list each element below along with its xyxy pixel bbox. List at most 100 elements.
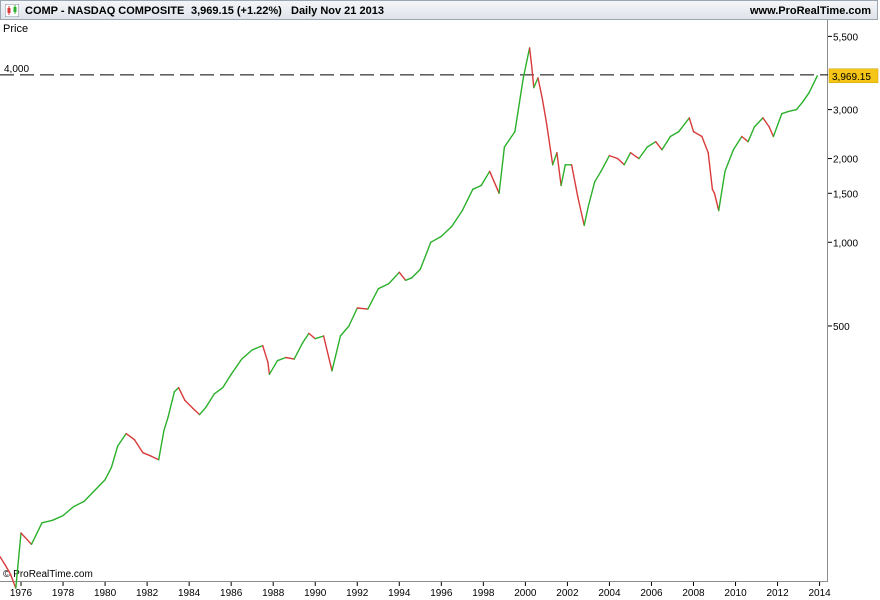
price-segment-up	[503, 130, 516, 148]
price-segment-up	[522, 47, 531, 79]
price-segment-up	[157, 430, 165, 461]
x-tick-label: 2012	[766, 588, 789, 599]
price-segment-up	[594, 170, 602, 183]
price-segment-up	[552, 151, 558, 166]
price-segment-up	[15, 532, 22, 589]
price-segment-up	[440, 225, 453, 238]
x-tick-label: 2002	[556, 588, 579, 599]
price-segment-up	[587, 181, 596, 207]
price-segment-up	[781, 110, 789, 115]
x-tick-label: 1980	[94, 588, 117, 599]
reference-line-label: 4,000	[4, 64, 29, 75]
y-tick-label: 2,000	[833, 155, 858, 166]
price-segment-up	[787, 108, 798, 113]
price-segment-up	[240, 349, 253, 360]
price-segment-up	[451, 209, 463, 228]
price-segment-down	[398, 271, 407, 281]
price-segment-up	[51, 514, 64, 521]
price-segment-up	[808, 75, 818, 94]
price-segment-down	[9, 573, 17, 589]
price-segment-down	[262, 344, 269, 363]
price-segment-up	[560, 164, 566, 187]
price-segment-down	[308, 332, 316, 340]
price-segment-up	[772, 112, 783, 138]
price-segment-up	[30, 522, 43, 545]
price-segment-up	[339, 325, 350, 337]
price-segment-up	[110, 445, 119, 469]
price-segment-up	[638, 146, 648, 160]
price-segment-up	[251, 344, 264, 351]
price-segment-down	[133, 439, 144, 454]
x-tick-label: 1984	[178, 588, 201, 599]
price-segment-down	[768, 126, 775, 138]
price-segment-up	[430, 235, 442, 244]
price-segment-down	[537, 77, 543, 99]
price-segment-up	[661, 135, 672, 151]
x-tick-label: 1990	[304, 588, 327, 599]
x-tick-label: 2010	[724, 588, 747, 599]
price-segment-down	[322, 335, 333, 372]
x-tick-label: 2000	[514, 588, 537, 599]
price-segment-down	[285, 356, 295, 360]
x-tick-label: 2014	[808, 588, 831, 599]
price-segment-up	[72, 500, 85, 508]
price-segment-up	[461, 188, 474, 212]
x-tick-label: 1994	[388, 588, 411, 599]
price-segment-down	[0, 556, 7, 566]
price-segment-up	[276, 356, 287, 362]
price-segment-up	[498, 146, 506, 195]
price-segment-up	[377, 282, 390, 290]
price-segment-up	[718, 170, 726, 212]
price-segment-up	[41, 519, 54, 524]
price-segment-up	[348, 307, 358, 327]
price-segment-down	[688, 117, 695, 133]
x-tick-label: 1982	[136, 588, 159, 599]
price-segment-up	[367, 288, 379, 310]
price-segment-up	[222, 373, 232, 389]
price-segment-up	[795, 101, 804, 111]
price-chart[interactable]: 1976 1978 1980 1982 1984 1986 1988 1990 1992 1994…	[0, 0, 880, 600]
price-segment-up	[230, 358, 243, 375]
price-segment-up	[514, 77, 524, 133]
price-segment-down	[617, 157, 625, 166]
price-segment-up	[116, 432, 127, 447]
price-segment-down	[545, 121, 554, 166]
price-segment-down	[20, 532, 33, 545]
price-segment-down	[762, 117, 770, 128]
x-tick-label: 2004	[598, 588, 621, 599]
price-segment-down	[629, 151, 640, 160]
price-segment-up	[213, 386, 224, 395]
price-segment-down	[192, 408, 201, 416]
price-segment-up	[331, 335, 342, 372]
price-segment-down	[184, 399, 195, 410]
last-price-label: 3,969.15	[832, 72, 871, 83]
price-segment-up	[404, 277, 413, 281]
price-segment-up	[268, 360, 279, 375]
price-segment-down	[577, 196, 585, 227]
price-segment-down	[608, 154, 619, 160]
price-segment-up	[83, 489, 96, 503]
price-segment-up	[678, 117, 690, 133]
y-tick-label: 3,000	[833, 106, 858, 117]
price-segment-up	[753, 117, 764, 128]
price-segment-down	[741, 135, 749, 143]
price-segment-down	[267, 361, 271, 375]
price-segment-up	[93, 479, 106, 492]
price-segment-up	[480, 170, 491, 187]
price-segment-down	[541, 97, 548, 124]
price-segment-down	[150, 455, 160, 461]
price-segment-down	[489, 170, 500, 195]
price-segment-up	[533, 77, 539, 89]
price-segment-up	[600, 154, 611, 173]
y-tick-label: 1,000	[833, 238, 858, 249]
price-segment-down	[701, 135, 709, 154]
price-segment-up	[167, 391, 176, 418]
y-tick-label: 500	[833, 322, 850, 333]
price-segment-up	[163, 416, 169, 432]
price-segment-down	[356, 307, 369, 310]
price-segment-up	[301, 332, 310, 344]
price-segment-down	[125, 432, 136, 441]
x-tick-label: 1988	[262, 588, 285, 599]
price-segment-down	[692, 130, 703, 138]
x-tick-label: 2008	[682, 588, 705, 599]
